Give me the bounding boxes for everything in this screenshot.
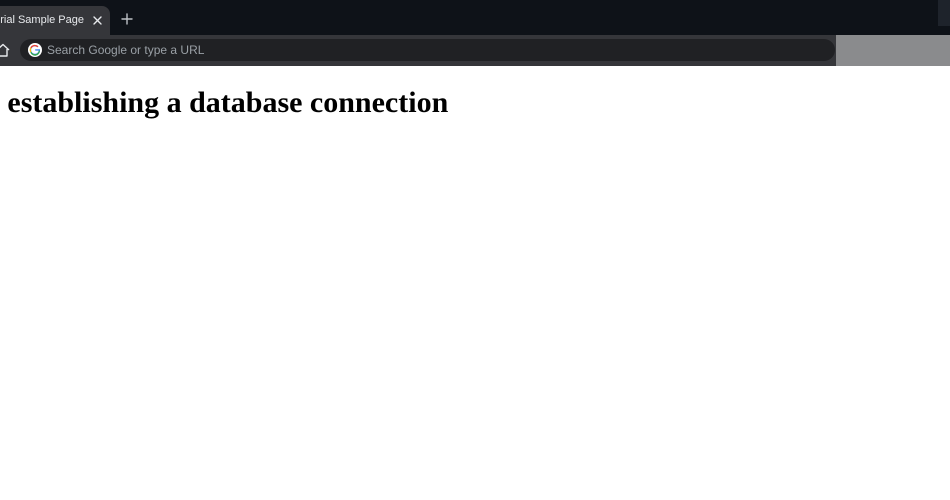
page-content: Error establishing a database connection — [0, 66, 950, 500]
window-control-area — [938, 0, 950, 26]
close-icon[interactable] — [91, 14, 103, 26]
home-icon[interactable] — [0, 42, 11, 58]
new-tab-button[interactable] — [120, 12, 134, 26]
tab-strip: Tutorial Sample Page — [0, 0, 950, 35]
plus-icon — [121, 13, 133, 25]
tab-title: Tutorial Sample Page — [0, 14, 84, 26]
browser-window: Tutorial Sample Page — [0, 0, 950, 500]
google-icon — [28, 43, 42, 57]
tab-tutorial-sample-page[interactable]: Tutorial Sample Page — [0, 6, 110, 35]
omnibox-input[interactable] — [47, 39, 817, 61]
page-title: Error establishing a database connection — [0, 86, 449, 119]
toolbar-extension-area — [836, 35, 950, 66]
toolbar — [0, 35, 950, 66]
omnibox[interactable] — [20, 39, 835, 61]
